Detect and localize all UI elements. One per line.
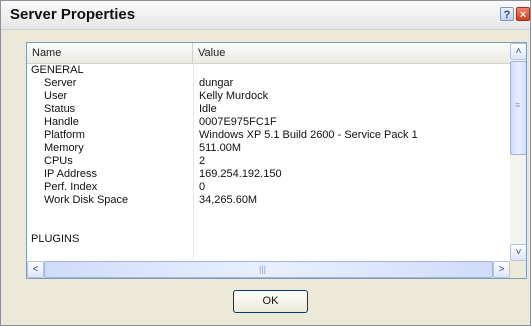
help-button[interactable]: ? [500, 7, 514, 21]
properties-list[interactable]: Name Value GENERAL Server dungar User Ke… [26, 42, 527, 279]
list-row[interactable]: Memory 511.00M [27, 142, 510, 155]
horizontal-scrollbar[interactable]: < ||| > [27, 261, 510, 278]
list-row[interactable]: User Kelly Murdock [27, 90, 510, 103]
list-row[interactable]: CPUs 2 [27, 155, 510, 168]
property-name: Perf. Index [44, 181, 98, 193]
property-value: Windows XP 5.1 Build 2600 - Service Pack… [199, 129, 418, 141]
property-name: Memory [44, 142, 84, 154]
property-name: User [44, 90, 68, 102]
vertical-scroll-thumb[interactable]: ≡ [510, 61, 526, 155]
ok-button[interactable]: OK [233, 290, 308, 313]
grip-icon: ||| [259, 264, 267, 274]
chevron-up-icon: ˄ [515, 46, 522, 57]
property-name: Platform [44, 129, 85, 141]
property-name: CPUs [44, 155, 73, 167]
scroll-right-button[interactable]: > [493, 261, 510, 278]
list-row[interactable]: Platform Windows XP 5.1 Build 2600 - Ser… [27, 129, 510, 142]
column-header-name[interactable]: Name [27, 43, 193, 63]
property-name: Server [44, 77, 77, 89]
scroll-left-button[interactable]: < [27, 261, 44, 278]
horizontal-scroll-thumb[interactable]: ||| [44, 261, 493, 278]
property-name: IP Address [44, 168, 97, 180]
chevron-left-icon: < [32, 264, 39, 275]
scroll-down-button[interactable]: ˅ [510, 244, 526, 261]
property-name: Status [44, 103, 76, 115]
chevron-right-icon: > [498, 264, 505, 275]
list-header: Name Value [27, 43, 510, 64]
list-rows: GENERAL Server dungar User Kelly Murdock… [27, 64, 510, 259]
property-value: 0007E975FC1F [199, 116, 277, 128]
property-value: dungar [199, 77, 234, 89]
list-row[interactable]: IP Address 169.254.192.150 [27, 168, 510, 181]
group-row-plugins[interactable]: PLUGINS [27, 233, 510, 246]
property-value: 2 [199, 155, 206, 167]
title-bar[interactable]: Server Properties ? × [1, 1, 530, 30]
group-row-general[interactable]: GENERAL [27, 64, 510, 77]
empty-row [27, 207, 510, 233]
scrollbar-corner [510, 261, 526, 278]
list-row[interactable]: Handle 0007E975FC1F [27, 116, 510, 129]
property-name: Work Disk Space [44, 194, 129, 206]
grip-icon: ≡ [515, 100, 521, 110]
close-button[interactable]: × [516, 7, 530, 21]
list-row[interactable]: Work Disk Space 34,265.60M [27, 194, 510, 207]
list-row[interactable]: Server dungar [27, 77, 510, 90]
chevron-down-icon: ˅ [515, 247, 522, 258]
column-header-value[interactable]: Value [193, 43, 510, 63]
scroll-up-button[interactable]: ˄ [510, 43, 526, 60]
server-properties-dialog: Server Properties ? × Name Value GENERAL… [0, 0, 531, 326]
list-row[interactable]: Perf. Index 0 [27, 181, 510, 194]
property-value: Kelly Murdock [199, 90, 269, 102]
group-label: PLUGINS [31, 233, 80, 245]
property-value: 34,265.60M [199, 194, 258, 206]
list-row[interactable]: Status Idle [27, 103, 510, 116]
property-value: 511.00M [199, 142, 241, 154]
vertical-scrollbar[interactable]: ˄ ≡ ˅ [510, 43, 526, 261]
property-value: 169.254.192.150 [199, 168, 282, 180]
property-value: 0 [199, 181, 206, 193]
property-value: Idle [199, 103, 217, 115]
dialog-title: Server Properties [10, 6, 136, 23]
group-label: GENERAL [31, 64, 84, 76]
property-name: Handle [44, 116, 79, 128]
